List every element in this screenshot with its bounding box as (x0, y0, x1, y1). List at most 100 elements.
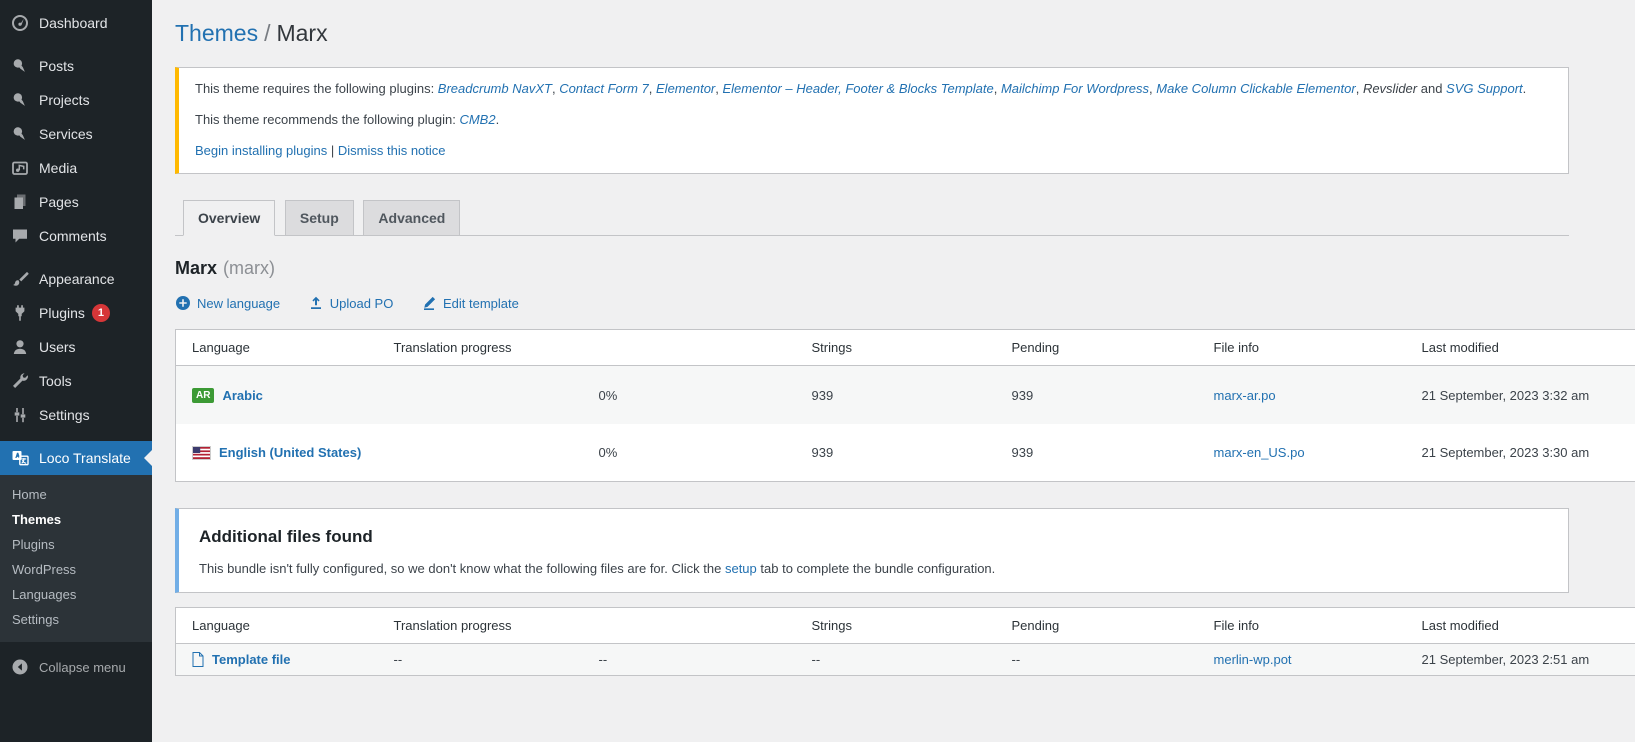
submenu-item-wordpress[interactable]: WordPress (0, 557, 152, 582)
pot-file-link[interactable]: merlin-wp.pot (1214, 652, 1292, 667)
sidebar-item-label: Settings (39, 407, 90, 423)
notice-text: . (496, 112, 500, 127)
sidebar-item-services[interactable]: Services (0, 117, 152, 151)
submenu-item-languages[interactable]: Languages (0, 582, 152, 607)
sidebar-item-loco-translate[interactable]: Loco Translate (0, 441, 152, 475)
submenu-item-home[interactable]: Home (0, 482, 152, 507)
plugins-count-badge: 1 (92, 304, 110, 322)
col-last-modified: Last modified (1406, 330, 1635, 366)
appearance-icon (10, 269, 30, 289)
sidebar-item-label: Appearance (39, 271, 115, 287)
table-header-row: Language Translation progress Strings Pe… (176, 330, 1635, 366)
notice-text: . (1523, 81, 1527, 96)
progress-placeholder: -- (378, 644, 583, 676)
plugin-link[interactable]: Contact Form 7 (559, 81, 649, 96)
submenu-item-plugins[interactable]: Plugins (0, 532, 152, 557)
strings-count: 939 (796, 366, 996, 424)
recommended-plugin-line: This theme recommends the following plug… (195, 110, 1552, 131)
setup-tab-link[interactable]: setup (725, 561, 757, 576)
upload-po-link[interactable]: Upload PO (308, 295, 394, 311)
pin-icon (10, 124, 30, 144)
sidebar-item-pages[interactable]: Pages (0, 185, 152, 219)
col-pending: Pending (996, 330, 1198, 366)
begin-installing-plugins-link[interactable]: Begin installing plugins (195, 143, 327, 158)
upload-po-label: Upload PO (330, 296, 394, 311)
breadcrumb-separator: / (258, 20, 276, 46)
progress-percent: 0% (583, 366, 796, 424)
sidebar-item-projects[interactable]: Projects (0, 83, 152, 117)
language-link[interactable]: English (United States) (219, 445, 361, 460)
plugin-link[interactable]: SVG Support (1446, 81, 1523, 96)
col-file-info: File info (1198, 608, 1406, 644)
po-file-link[interactable]: marx-en_US.po (1214, 445, 1305, 460)
col-strings: Strings (796, 608, 996, 644)
sidebar-item-tools[interactable]: Tools (0, 364, 152, 398)
plugin-link[interactable]: Make Column Clickable Elementor (1156, 81, 1355, 96)
sidebar-item-settings[interactable]: Settings (0, 398, 152, 432)
last-modified: 21 September, 2023 3:30 am (1406, 424, 1635, 482)
pin-icon (10, 90, 30, 110)
col-strings: Strings (796, 330, 996, 366)
sidebar-item-label: Plugins (39, 305, 85, 321)
po-file-link[interactable]: marx-ar.po (1214, 388, 1276, 403)
plugin-link[interactable]: Elementor – Header, Footer & Blocks Temp… (723, 81, 994, 96)
tab-setup[interactable]: Setup (285, 200, 354, 236)
users-icon (10, 337, 30, 357)
tab-advanced[interactable]: Advanced (363, 200, 460, 236)
sidebar-item-plugins[interactable]: Plugins 1 (0, 296, 152, 330)
submenu-item-themes[interactable]: Themes (0, 507, 152, 532)
pages-icon (10, 192, 30, 212)
pencil-icon (421, 295, 437, 311)
notice-actions: Begin installing plugins | Dismiss this … (195, 141, 1552, 162)
upload-icon (308, 295, 324, 311)
col-file-info: File info (1198, 330, 1406, 366)
new-language-link[interactable]: New language (175, 295, 280, 311)
bundle-heading: Marx(marx) (175, 258, 1635, 279)
collapse-menu-button[interactable]: Collapse menu (0, 648, 152, 686)
bundle-name: Marx (175, 258, 217, 278)
edit-template-link[interactable]: Edit template (421, 295, 519, 311)
sidebar-item-label: Media (39, 160, 77, 176)
notice-text: , (994, 81, 1001, 96)
additional-files-notice: Additional files found This bundle isn't… (175, 508, 1569, 593)
table-row-template-file: Template file -- -- -- -- merlin-wp.pot … (176, 644, 1635, 676)
plugins-icon (10, 303, 30, 323)
document-icon (192, 652, 204, 667)
plugin-name-revslider: Revslider (1363, 81, 1417, 96)
sidebar-item-posts[interactable]: Posts (0, 49, 152, 83)
notice-action-separator: | (327, 143, 338, 158)
additional-files-text: This bundle isn't fully configured, so w… (199, 561, 725, 576)
plugin-link[interactable]: CMB2 (459, 112, 495, 127)
sidebar-item-dashboard[interactable]: Dashboard (0, 6, 152, 40)
sidebar-item-label: Posts (39, 58, 74, 74)
loco-translate-submenu: Home Themes Plugins WordPress Languages … (0, 475, 152, 642)
notice-text: , (1356, 81, 1363, 96)
template-file-link[interactable]: Template file (212, 652, 291, 667)
language-link[interactable]: Arabic (222, 388, 262, 403)
plugin-link[interactable]: Breadcrumb NavXT (438, 81, 552, 96)
col-pending: Pending (996, 608, 1198, 644)
notice-text: , (649, 81, 656, 96)
submenu-item-settings[interactable]: Settings (0, 607, 152, 632)
languages-table: Language Translation progress Strings Pe… (175, 329, 1635, 482)
col-language: Language (176, 330, 378, 366)
additional-files-text: tab to complete the bundle configuration… (757, 561, 996, 576)
additional-files-body: This bundle isn't fully configured, so w… (199, 561, 1548, 576)
col-translation-progress: Translation progress (378, 330, 796, 366)
last-modified: 21 September, 2023 3:32 am (1406, 366, 1635, 424)
sidebar-item-appearance[interactable]: Appearance (0, 262, 152, 296)
sidebar-item-media[interactable]: Media (0, 151, 152, 185)
progress-percent: 0% (583, 424, 796, 482)
pending-count: 939 (996, 366, 1198, 424)
plugin-link[interactable]: Mailchimp For Wordpress (1001, 81, 1149, 96)
menu-separator (0, 253, 152, 262)
sidebar-item-users[interactable]: Users (0, 330, 152, 364)
plugin-link[interactable]: Elementor (656, 81, 715, 96)
media-icon (10, 158, 30, 178)
sidebar-item-comments[interactable]: Comments (0, 219, 152, 253)
notice-text: This theme recommends the following plug… (195, 112, 459, 127)
dismiss-notice-link[interactable]: Dismiss this notice (338, 143, 446, 158)
tab-overview[interactable]: Overview (183, 200, 275, 236)
sidebar-item-label: Comments (39, 228, 107, 244)
breadcrumb-themes-link[interactable]: Themes (175, 20, 258, 46)
